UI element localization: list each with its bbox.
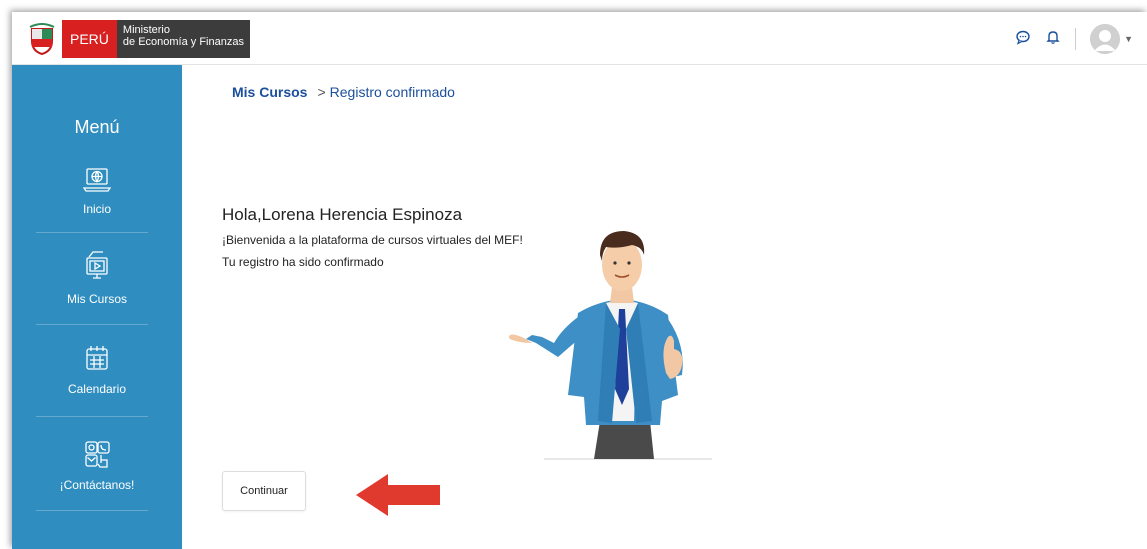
video-course-icon [81, 251, 113, 288]
top-bar: PERÚ Ministerio de Economía y Finanzas ▼ [12, 12, 1147, 65]
sidebar: Menú Inicio Mis Cursos Calendario ¡Contá… [12, 65, 182, 549]
sidebar-item-label: Calendario [67, 382, 127, 396]
breadcrumb-root-link[interactable]: Mis Cursos [232, 84, 307, 100]
sidebar-item-mis-cursos[interactable]: Mis Cursos [12, 249, 182, 306]
logo-country: PERÚ [62, 20, 117, 58]
sidebar-item-label: Mis Cursos [66, 292, 127, 306]
app-window: PERÚ Ministerio de Economía y Finanzas ▼… [12, 12, 1147, 549]
divider [1075, 28, 1077, 50]
bell-icon[interactable] [1045, 29, 1061, 50]
contact-icon [82, 441, 112, 474]
main-content: Mis Cursos > Registro confirmado Hola,Lore… [182, 65, 1147, 549]
laptop-globe-icon [82, 168, 112, 198]
sidebar-item-label: ¡Contáctanos! [59, 478, 135, 492]
peru-crest-icon [22, 20, 62, 58]
sidebar-item-label: Inicio [82, 202, 111, 216]
sidebar-divider [36, 416, 148, 417]
sidebar-divider [36, 510, 148, 511]
top-icons: ▼ [1015, 24, 1133, 54]
logo-ministry: Ministerio de Economía y Finanzas [116, 20, 250, 58]
logo-ministry-line1: Ministerio [122, 24, 170, 36]
user-avatar-icon[interactable] [1090, 24, 1121, 54]
breadcrumb: Mis Cursos > Registro confirmado [232, 84, 455, 100]
chat-icon[interactable] [1015, 29, 1031, 50]
confirmation-text: Tu registro ha sido confirmado [222, 255, 384, 269]
sidebar-item-inicio[interactable]: Inicio [12, 165, 182, 216]
breadcrumb-current: Registro confirmado [329, 84, 455, 100]
greeting: Hola,Lorena Herencia Espinoza [222, 205, 463, 224]
welcome-text: ¡Bienvenida a la plataforma de cursos vi… [222, 233, 523, 247]
sidebar-divider [36, 232, 148, 233]
sidebar-item-calendario[interactable]: Calendario [12, 343, 182, 396]
businessman-illustration [502, 225, 732, 466]
sidebar-title: Menú [74, 117, 120, 137]
mef-logo[interactable]: PERÚ Ministerio de Economía y Finanzas [22, 20, 250, 58]
calendar-icon [82, 346, 112, 378]
logo-ministry-line2: de Economía y Finanzas [122, 36, 244, 48]
red-arrow-annotation [354, 472, 442, 523]
chevron-down-icon[interactable]: ▼ [1124, 34, 1133, 44]
sidebar-divider [36, 324, 148, 325]
breadcrumb-separator: > [317, 84, 326, 100]
continue-button[interactable]: Continuar [222, 471, 306, 511]
sidebar-item-contactanos[interactable]: ¡Contáctanos! [12, 439, 182, 492]
